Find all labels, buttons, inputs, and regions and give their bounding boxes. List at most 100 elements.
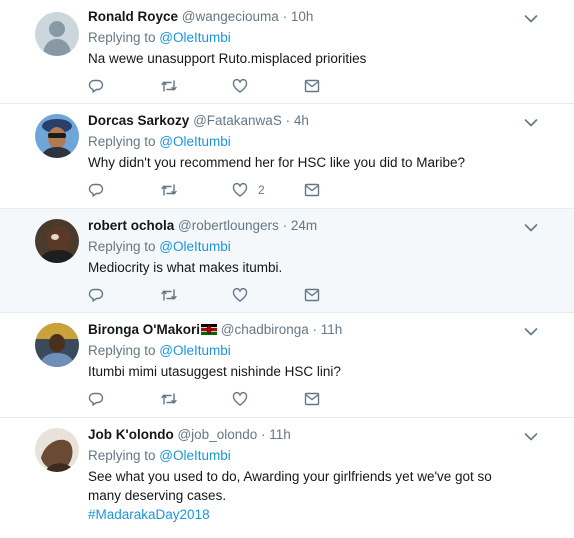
chevron-down-icon[interactable] — [524, 118, 538, 128]
username[interactable]: @robertloungers — [178, 218, 279, 233]
mention-link[interactable]: @OleItumbi — [159, 448, 230, 463]
tweet[interactable]: robert ochola @robertloungers · 24m Repl… — [0, 209, 574, 313]
tweet-text: Why didn't you recommend her for HSC lik… — [88, 155, 465, 170]
timestamp[interactable]: 4h — [294, 113, 309, 128]
retweet-icon — [161, 184, 177, 196]
replying-to-label: Replying to — [88, 30, 160, 45]
tweet-actions — [88, 382, 514, 416]
display-name[interactable]: Bironga O'Makori — [88, 322, 200, 337]
tweet-header: Dorcas Sarkozy @FatakanwaS · 4h — [88, 112, 514, 130]
direct-message-button[interactable] — [304, 288, 376, 302]
avatar[interactable] — [35, 323, 79, 367]
direct-message-icon — [304, 79, 320, 93]
direct-message-icon — [304, 392, 320, 406]
separator-dot: · — [282, 218, 288, 233]
timestamp[interactable]: 24m — [291, 218, 317, 233]
reply-button[interactable] — [88, 182, 160, 198]
username[interactable]: @FatakanwaS — [193, 113, 282, 128]
retweet-icon — [161, 80, 177, 92]
retweet-button[interactable] — [160, 78, 232, 94]
tweet-actions: 2 — [88, 173, 514, 207]
replying-to-label: Replying to — [88, 239, 160, 254]
replying-to: Replying to @OleItumbi — [88, 341, 514, 361]
retweet-button[interactable] — [160, 391, 232, 407]
mention-link[interactable]: @OleItumbi — [159, 343, 230, 358]
like-icon — [232, 182, 248, 197]
reply-button[interactable] — [88, 287, 160, 303]
retweet-button[interactable] — [160, 287, 232, 303]
direct-message-icon — [304, 183, 320, 197]
direct-message-button[interactable] — [304, 183, 376, 197]
tweet-actions — [88, 69, 514, 103]
reply-button[interactable] — [88, 78, 160, 94]
replies-feed: Ronald Royce @wangeciouma · 10h Replying… — [0, 0, 574, 538]
replying-to: Replying to @OleItumbi — [88, 28, 514, 48]
display-name[interactable]: robert ochola — [88, 218, 174, 233]
tweet-text: See what you used to do, Awarding your g… — [88, 467, 508, 524]
tweet-text-body: See what you used to do, Awarding your g… — [88, 469, 492, 503]
avatar[interactable] — [35, 219, 79, 263]
tweet[interactable]: Bironga O'Makori @chadbironga · 11h Repl… — [0, 313, 574, 418]
separator-dot: · — [282, 9, 288, 24]
timestamp[interactable]: 11h — [321, 322, 343, 337]
tweet-header: robert ochola @robertloungers · 24m — [88, 217, 514, 235]
like-button[interactable] — [232, 78, 304, 94]
direct-message-button[interactable] — [304, 79, 376, 93]
chevron-down-icon[interactable] — [524, 432, 538, 442]
tweet[interactable]: Dorcas Sarkozy @FatakanwaS · 4h Replying… — [0, 104, 574, 209]
avatar[interactable] — [35, 114, 79, 158]
reply-icon — [88, 79, 104, 93]
like-button[interactable] — [232, 287, 304, 303]
tweet-text: Itumbi mimi utasuggest nishinde HSC lini… — [88, 364, 341, 379]
replying-to: Replying to @OleItumbi — [88, 446, 514, 466]
separator-dot: · — [261, 427, 266, 442]
replying-to-label: Replying to — [88, 343, 160, 358]
like-icon — [232, 391, 248, 406]
tweet-text: Mediocrity is what makes itumbi. — [88, 260, 283, 275]
timestamp[interactable]: 10h — [291, 9, 314, 24]
replying-to-label: Replying to — [88, 448, 160, 463]
kenya-flag-icon — [200, 324, 217, 335]
tweet-header: Job K'olondo @job_olondo · 11h — [88, 426, 514, 444]
like-button[interactable]: 2 — [232, 182, 304, 198]
separator-dot: · — [285, 113, 291, 128]
display-name[interactable]: Job K'olondo — [88, 427, 174, 442]
like-icon — [232, 287, 248, 302]
retweet-button[interactable] — [160, 182, 232, 198]
chevron-down-icon[interactable] — [524, 14, 538, 24]
avatar[interactable] — [35, 428, 79, 472]
mention-link[interactable]: @OleItumbi — [159, 239, 230, 254]
username[interactable]: @job_olondo — [177, 427, 257, 442]
chevron-down-icon[interactable] — [524, 223, 538, 233]
display-name[interactable]: Ronald Royce — [88, 9, 178, 24]
like-button[interactable] — [232, 391, 304, 407]
tweet-actions — [88, 278, 514, 312]
avatar[interactable] — [35, 12, 79, 56]
direct-message-button[interactable] — [304, 392, 376, 406]
chevron-down-icon[interactable] — [524, 327, 538, 337]
username[interactable]: @wangeciouma — [182, 9, 279, 24]
replying-to: Replying to @OleItumbi — [88, 237, 514, 257]
reply-icon — [88, 183, 104, 197]
tweet-header: Bironga O'Makori @chadbironga · 11h — [88, 321, 514, 339]
tweet[interactable]: Job K'olondo @job_olondo · 11h Replying … — [0, 418, 574, 538]
hashtag-link[interactable]: #MadarakaDay2018 — [88, 507, 210, 522]
like-count: 2 — [258, 183, 265, 197]
replying-to-label: Replying to — [88, 134, 160, 149]
timestamp[interactable]: 11h — [269, 427, 291, 442]
mention-link[interactable]: @OleItumbi — [159, 30, 230, 45]
reply-icon — [88, 392, 104, 406]
replying-to: Replying to @OleItumbi — [88, 132, 514, 152]
display-name[interactable]: Dorcas Sarkozy — [88, 113, 189, 128]
separator-dot: · — [312, 322, 318, 337]
tweet-header: Ronald Royce @wangeciouma · 10h — [88, 8, 514, 26]
username[interactable]: @chadbironga — [221, 322, 309, 337]
retweet-icon — [161, 289, 177, 301]
direct-message-icon — [304, 288, 320, 302]
tweet-text: Na wewe unasupport Ruto.misplaced priori… — [88, 51, 367, 66]
tweet[interactable]: Ronald Royce @wangeciouma · 10h Replying… — [0, 0, 574, 104]
reply-button[interactable] — [88, 391, 160, 407]
reply-icon — [88, 288, 104, 302]
retweet-icon — [161, 393, 177, 405]
mention-link[interactable]: @OleItumbi — [159, 134, 230, 149]
